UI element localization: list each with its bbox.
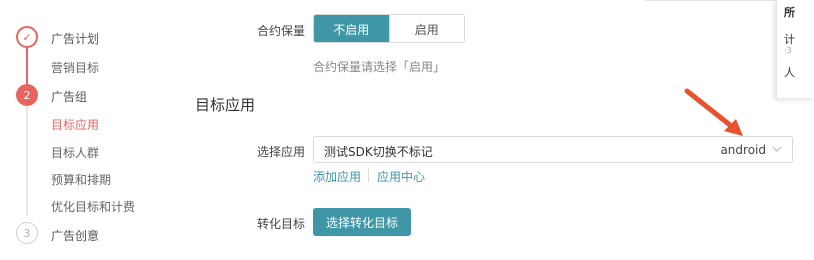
- side-popup-panel: 所 计 ·3 人: [776, 0, 814, 98]
- step-connector-pending: [26, 106, 28, 216]
- select-conversion-goal-button[interactable]: 选择转化目标: [313, 208, 411, 236]
- sidebar-item-ad-creative[interactable]: 广告创意: [51, 227, 99, 244]
- selected-app-platform: android: [720, 143, 766, 157]
- step-connector-done: [26, 48, 28, 84]
- top-divider: [645, 0, 776, 1]
- toggle-enable-button[interactable]: 启用: [388, 15, 464, 42]
- step-sidebar: ✓ 2 3 广告计划 营销目标 广告组 目标应用 目标人群 预算和排期 优化目标…: [0, 0, 175, 260]
- contract-guarantee-toggle: 不启用 启用: [313, 14, 465, 43]
- sidebar-item-ad-group[interactable]: 广告组: [51, 88, 87, 105]
- check-circle-icon: ✓: [16, 26, 38, 48]
- step-number-active: 2: [16, 84, 38, 106]
- sidebar-item-budget-schedule[interactable]: 预算和排期: [51, 171, 111, 188]
- popup-line-3: 人: [784, 66, 795, 79]
- select-app-label: 选择应用: [257, 145, 306, 159]
- selected-app-name: 测试SDK切换不标记: [324, 145, 433, 159]
- sidebar-item-target-app[interactable]: 目标应用: [51, 116, 99, 133]
- contract-guarantee-hint: 合约保量请选择「启用」: [313, 60, 446, 74]
- popup-title: 所: [784, 6, 795, 19]
- popup-line-2: ·3: [784, 46, 792, 55]
- sidebar-item-target-audience[interactable]: 目标人群: [51, 144, 99, 161]
- add-app-link[interactable]: 添加应用: [313, 168, 361, 185]
- conversion-goal-label: 转化目标: [257, 217, 306, 231]
- app-center-link[interactable]: 应用中心: [377, 168, 425, 185]
- toggle-disable-button[interactable]: 不启用: [314, 15, 389, 42]
- link-divider: [368, 169, 369, 182]
- select-app-dropdown[interactable]: 测试SDK切换不标记 android: [313, 136, 793, 163]
- sidebar-item-marketing-goal[interactable]: 营销目标: [51, 59, 99, 76]
- step-number-pending: 3: [16, 222, 38, 244]
- popup-line-1: 计: [784, 33, 795, 46]
- chevron-down-icon: [772, 146, 782, 152]
- sidebar-item-ad-plan[interactable]: 广告计划: [51, 30, 99, 47]
- section-title: 目标应用: [195, 96, 256, 114]
- sidebar-item-optimization-billing[interactable]: 优化目标和计费: [51, 198, 135, 215]
- arrow-icon: [684, 88, 743, 136]
- contract-guarantee-label: 合约保量: [257, 24, 306, 38]
